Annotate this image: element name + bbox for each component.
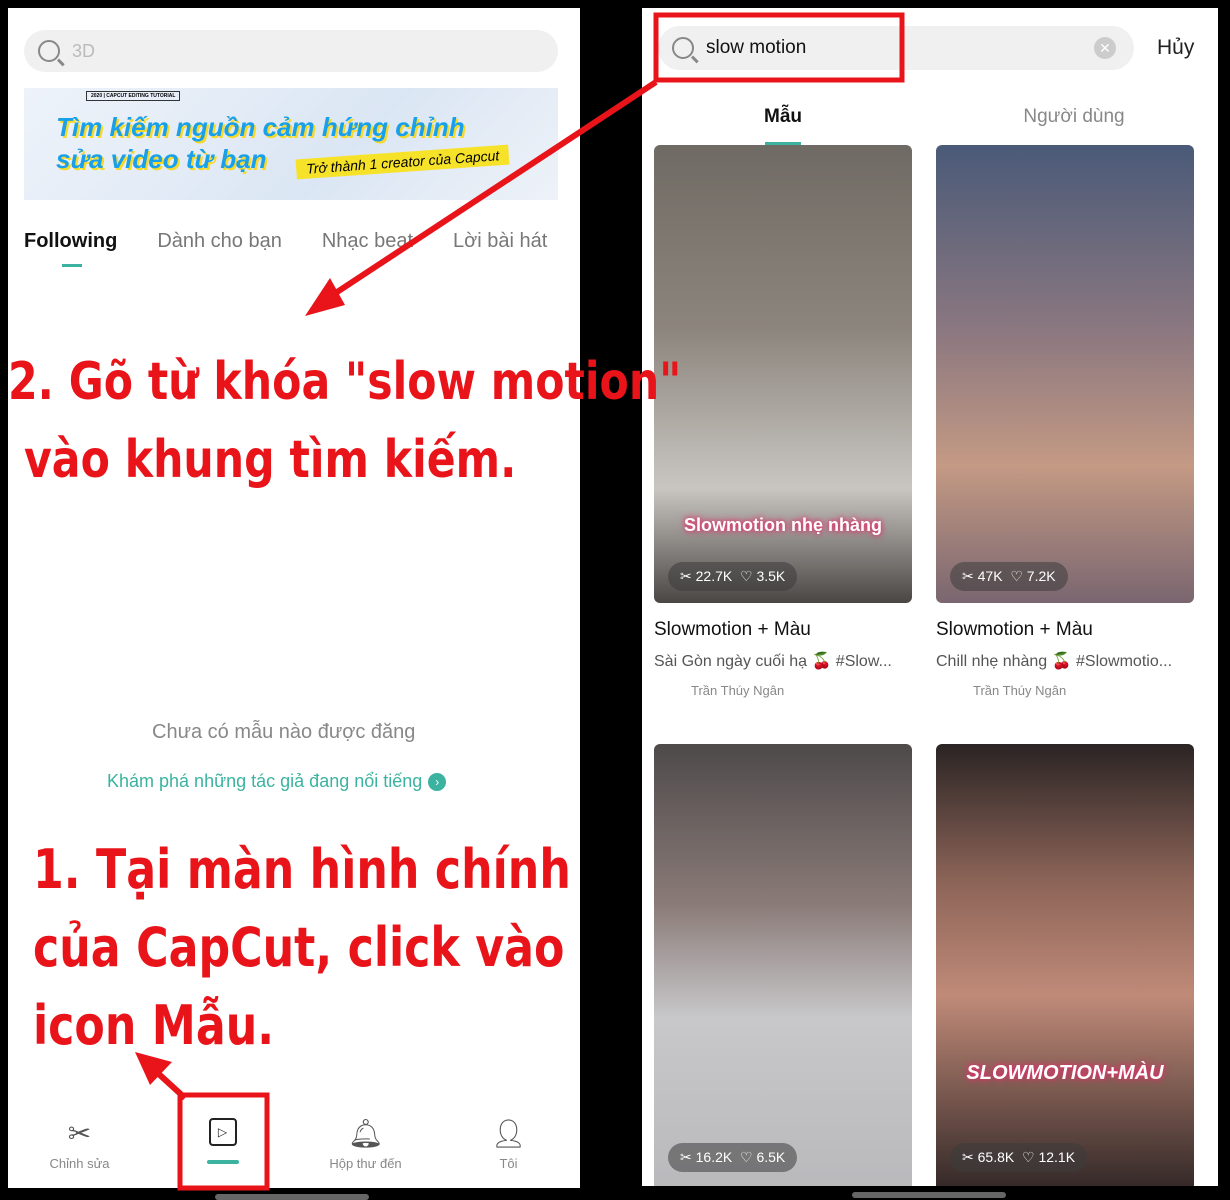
- step-2-text: 2. Gõ từ khóa "slow motion": [8, 352, 682, 412]
- step-1-text: 1. Tại màn hình chính: [33, 838, 571, 901]
- arrowhead: [305, 278, 345, 316]
- arrow-to-search: [323, 79, 658, 303]
- highlight-box-search: [653, 12, 905, 83]
- step-1-text: icon Mẫu.: [33, 994, 275, 1057]
- step-1-text: của CapCut, click vào: [33, 916, 565, 979]
- highlight-box-template-icon: [177, 1092, 270, 1191]
- step-2-text: vào khung tìm kiếm.: [24, 430, 517, 490]
